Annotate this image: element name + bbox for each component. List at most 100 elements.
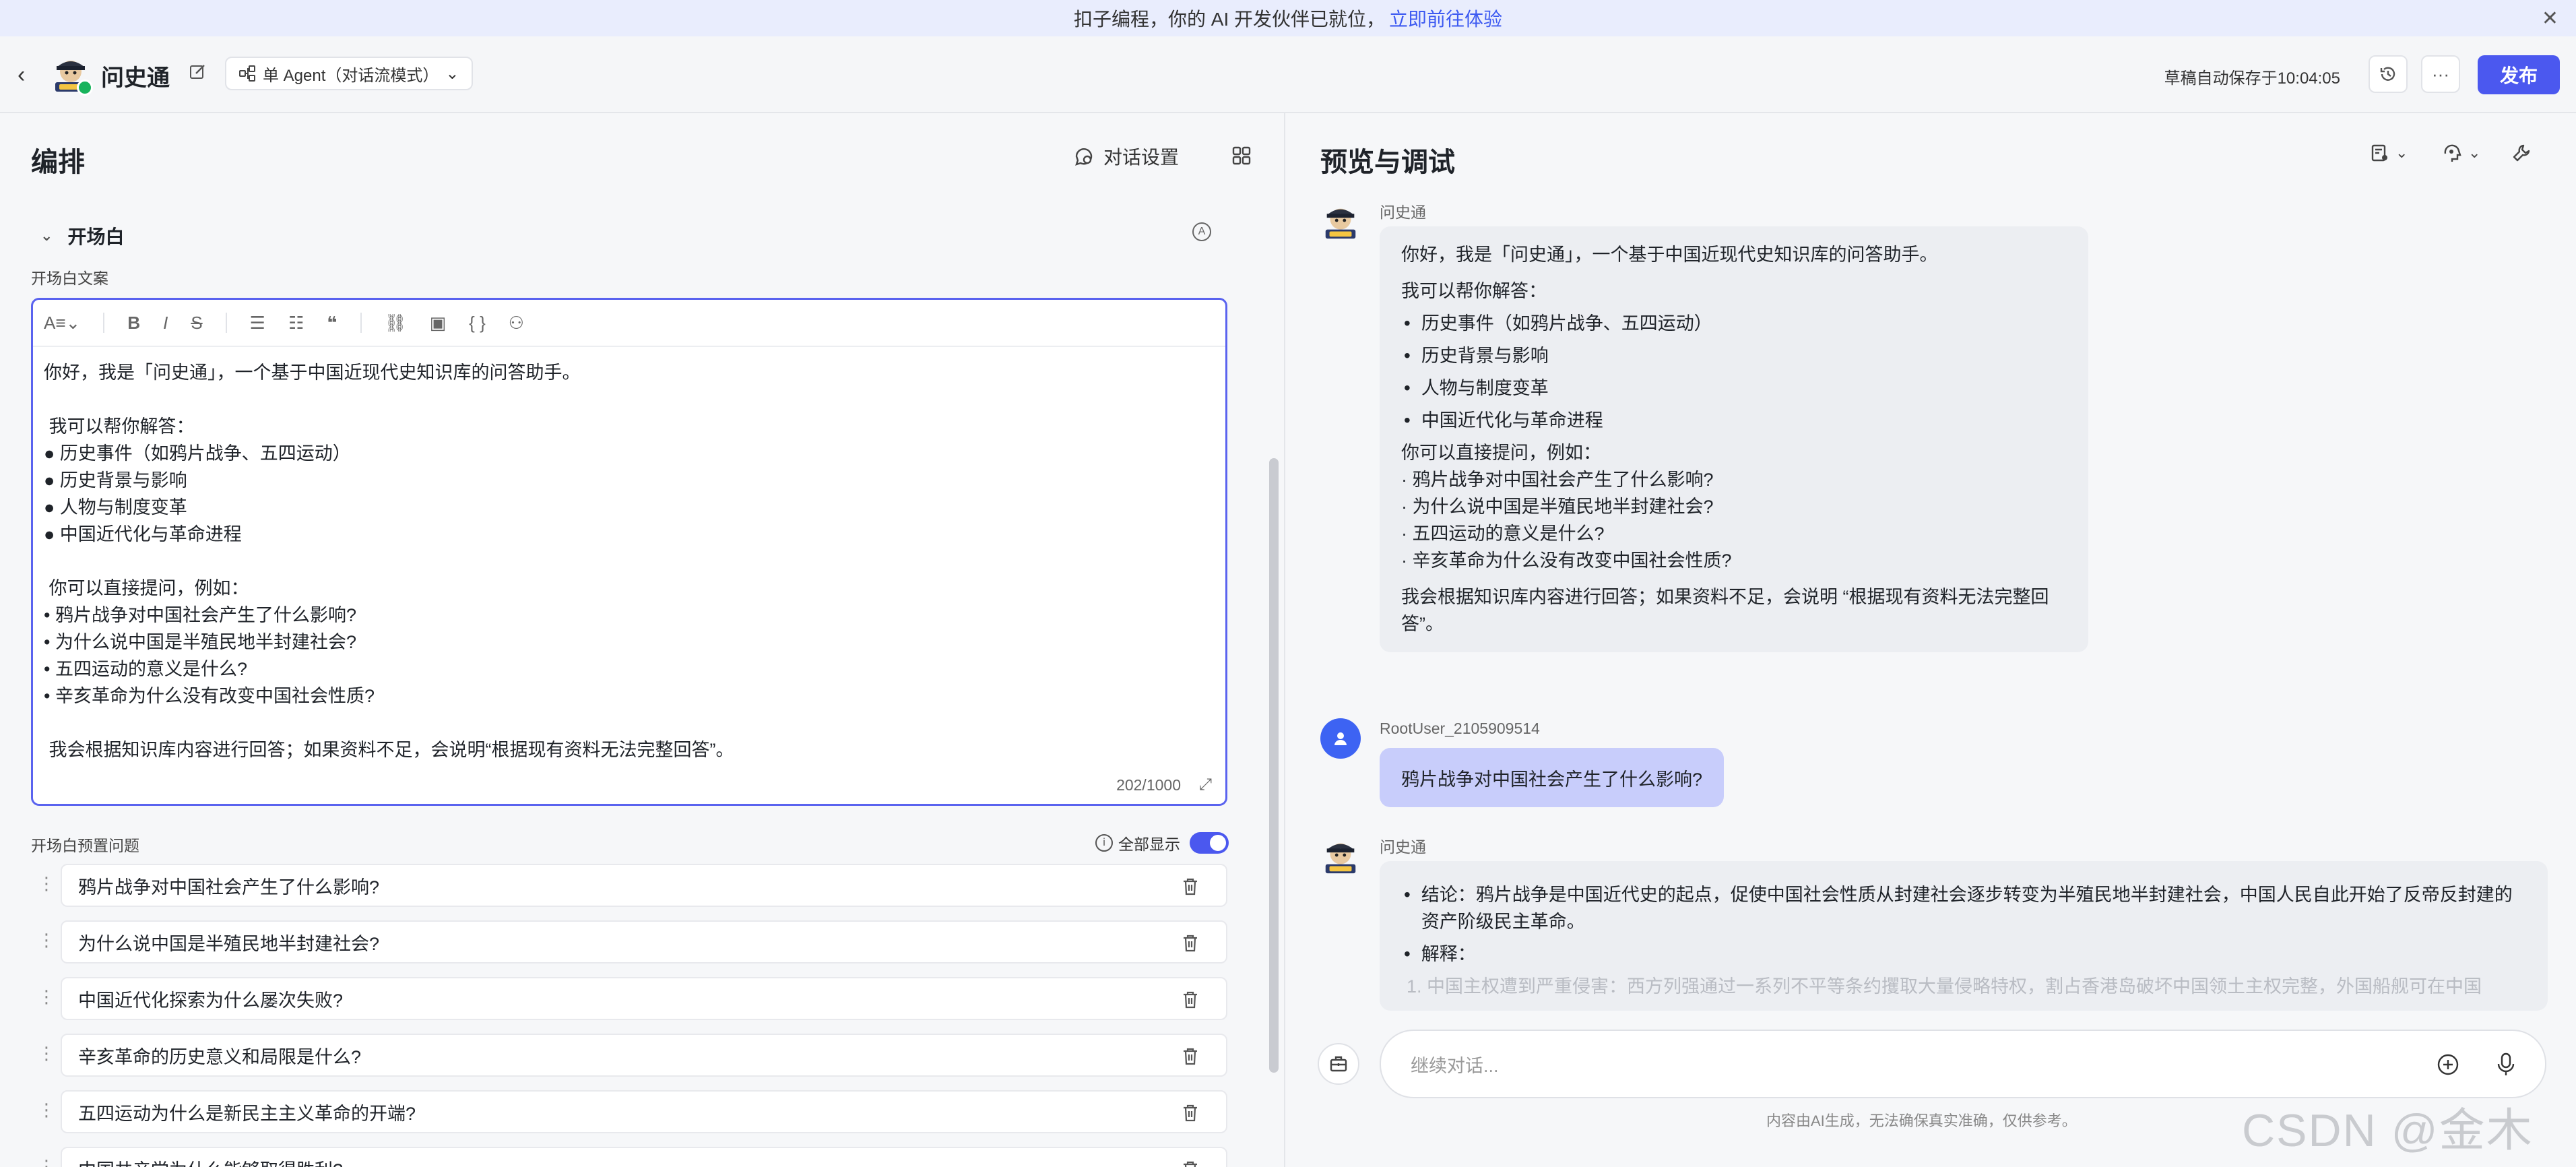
bold-icon[interactable]: B — [127, 313, 140, 334]
dialog-settings-button[interactable]: 对话设置 — [1072, 143, 1179, 170]
trash-icon[interactable] — [1182, 877, 1199, 896]
show-all-toggle[interactable] — [1190, 832, 1229, 854]
show-all-label: 全部显示 — [1118, 835, 1180, 853]
person-icon — [1334, 732, 1347, 745]
editor-line: ● 历史事件（如鸦片战争、五四运动） — [44, 443, 351, 464]
italic-icon[interactable]: I — [163, 313, 168, 334]
preset-question-row[interactable]: 中国近代化探索为什么屡次失败? — [61, 977, 1227, 1020]
show-all-control: i 全部显示 — [1095, 831, 1229, 854]
top-banner: 扣子编程，你的 AI 开发伙伴已就位， 立即前往体验 ✕ — [0, 0, 2576, 36]
preset-question-text: 辛亥革命的历史意义和局限是什么? — [78, 1046, 362, 1067]
trash-icon[interactable] — [1182, 990, 1199, 1009]
user-avatar[interactable] — [1320, 718, 1361, 759]
bot-answer-bubble: 结论：鸦片战争是中国近代史的起点，促使中国社会性质从封建社会逐步转变为半殖民地半… — [1380, 861, 2548, 1011]
auto-icon[interactable]: A — [1192, 222, 1211, 241]
preset-question-row[interactable]: 为什么说中国是半殖民地半封建社会? — [61, 920, 1227, 964]
back-icon[interactable]: ‹ — [18, 62, 25, 88]
dialog-settings-label: 对话设置 — [1103, 147, 1180, 168]
chat-input[interactable]: 继续对话... — [1380, 1030, 2546, 1098]
preset-question-text: 为什么说中国是半殖民地半封建社会? — [78, 933, 380, 954]
trash-icon[interactable] — [1182, 1160, 1199, 1167]
microphone-icon[interactable] — [2494, 1051, 2518, 1078]
greeting-example: · 辛亥革命为什么没有改变中国社会性质? — [1401, 550, 1732, 571]
editor-line: • 鸦片战争对中国社会产生了什么影响? — [44, 605, 356, 625]
bullet-list-icon[interactable]: ☰ — [250, 313, 265, 334]
image-icon[interactable]: ▣ — [430, 313, 447, 334]
edit-icon[interactable] — [187, 62, 207, 82]
briefcase-icon — [1330, 1056, 1347, 1072]
user-name: RootUser_2105909514 — [1380, 720, 1540, 737]
plus-circle-icon[interactable] — [2436, 1052, 2460, 1077]
opening-text-label: 开场白文案 — [31, 270, 108, 287]
banner-link[interactable]: 立即前往体验 — [1389, 5, 1502, 32]
memory-button[interactable]: ⌄ — [2441, 143, 2480, 163]
opening-section-header[interactable]: ⌄ 开场白 — [40, 222, 124, 249]
text-style-icon[interactable]: A≡⌄ — [44, 313, 80, 334]
trash-icon[interactable] — [1182, 934, 1199, 953]
preset-question-row[interactable]: 五四运动为什么是新民主主义革命的开端? — [61, 1090, 1227, 1133]
greeting-examples: · 鸦片战争对中国社会产生了什么影响? · 为什么说中国是半殖民地半封建社会? · … — [1401, 466, 2067, 574]
debug-log-icon — [2371, 144, 2387, 162]
greeting-example: · 五四运动的意义是什么? — [1401, 524, 1605, 544]
quote-icon[interactable]: ❝ — [327, 313, 337, 334]
skills-button[interactable] — [1318, 1043, 1359, 1085]
publish-button[interactable]: 发布 — [2478, 55, 2560, 94]
trash-icon[interactable] — [1182, 1047, 1199, 1066]
greeting-bullet: 人物与制度变革 — [1404, 375, 2067, 402]
more-icon: ··· — [2432, 63, 2449, 84]
agent-mode-label: 单 Agent（对话流模式） — [263, 66, 439, 85]
preset-question-row[interactable]: 中国共产党为什么能够取得胜利? — [61, 1147, 1227, 1167]
variable-icon[interactable]: { } — [469, 313, 486, 334]
agent-mode-select[interactable]: 单 Agent（对话流模式） ⌄ — [225, 57, 473, 90]
chevron-down-icon: ⌄ — [445, 64, 459, 83]
more-button[interactable]: ··· — [2421, 55, 2460, 93]
preset-questions-label: 开场白预置问题 — [31, 837, 139, 854]
ai-disclaimer: 内容由AI生成，无法确保真实准确，仅供参考。 — [1766, 1112, 2077, 1129]
section-title: 开场白 — [67, 226, 125, 247]
preset-question-row[interactable]: 辛亥革命的历史意义和局限是什么? — [61, 1034, 1227, 1077]
strikethrough-icon[interactable]: S — [191, 313, 202, 334]
flow-icon — [239, 65, 255, 82]
toolbar-divider — [103, 313, 105, 333]
arrange-title: 编排 — [31, 148, 85, 177]
greeting-bullet: 中国近代化与革命进程 — [1404, 407, 2067, 434]
app-header: ‹ 问史通 单 Agent（对话流模式） ⌄ 草稿自动保存于10:04:05 ·… — [0, 36, 2576, 113]
editor-line: 你好，我是「问史通」，一个基于中国近现代史知识库的问答助手。 — [44, 362, 581, 383]
history-button[interactable] — [2369, 55, 2408, 93]
greeting-ask-intro: 你可以直接提问，例如： — [1401, 443, 1601, 463]
info-icon[interactable]: i — [1095, 834, 1113, 852]
answer-conclusion: 结论：鸦片战争是中国近代史的起点，促使中国社会性质从封建社会逐步转变为半殖民地半… — [1404, 881, 2526, 935]
bot-avatar[interactable] — [50, 53, 93, 96]
bot-avatar[interactable] — [1320, 835, 1361, 876]
link-icon[interactable]: ⛓ — [385, 313, 407, 334]
preset-question-row[interactable]: 鸦片战争对中国社会产生了什么影响? — [61, 864, 1227, 907]
save-status: 草稿自动保存于10:04:05 — [2164, 69, 2340, 88]
preset-question-text: 鸦片战争对中国社会产生了什么影响? — [78, 877, 380, 897]
debug-log-button[interactable]: ⌄ — [2370, 143, 2408, 163]
expand-icon[interactable]: ⤢ — [1199, 776, 1212, 794]
editor-line: 我会根据知识库内容进行回答；如果资料不足，会说明“根据现有资料无法完整回答”。 — [44, 740, 734, 760]
greeting-intro: 你好，我是「问史通」，一个基于中国近现代史知识库的问答助手。 — [1401, 245, 1938, 265]
greeting-can-help: 我可以帮你解答： — [1401, 281, 1547, 301]
trash-icon[interactable] — [1182, 1104, 1199, 1123]
bot-name: 问史通 — [1380, 203, 1426, 221]
toolbar-divider — [225, 313, 227, 333]
editor-line: • 辛亥革命为什么没有改变中国社会性质? — [44, 686, 375, 706]
ordered-list-icon[interactable]: ☷ — [288, 313, 304, 334]
bot-logo-icon — [1325, 843, 1356, 874]
user-icon[interactable]: ⚇ — [509, 313, 524, 334]
tools-button[interactable] — [2511, 143, 2532, 163]
app-name: 问史通 — [101, 65, 170, 91]
user-message-bubble: 鸦片战争对中国社会产生了什么影响? — [1380, 748, 1725, 807]
opening-text-editor[interactable]: A≡⌄ B I S ☰ ☷ ❝ ⛓ ▣ { } ⚇ 你好，我是「问史通」，一个基… — [31, 298, 1227, 806]
editor-content[interactable]: 你好，我是「问史通」，一个基于中国近现代史知识库的问答助手。 我可以帮你解答： ●… — [33, 347, 1225, 776]
left-scrollbar-thumb[interactable] — [1269, 458, 1279, 1073]
layout-grid-icon[interactable] — [1231, 146, 1252, 166]
greeting-example: · 鸦片战争对中国社会产生了什么影响? — [1401, 470, 1714, 490]
bot-logo-icon — [1325, 208, 1356, 239]
close-icon[interactable]: ✕ — [2542, 7, 2558, 30]
chevron-down-icon: ⌄ — [2395, 144, 2408, 161]
wrench-icon — [2513, 144, 2530, 162]
bot-avatar[interactable] — [1320, 201, 1361, 241]
